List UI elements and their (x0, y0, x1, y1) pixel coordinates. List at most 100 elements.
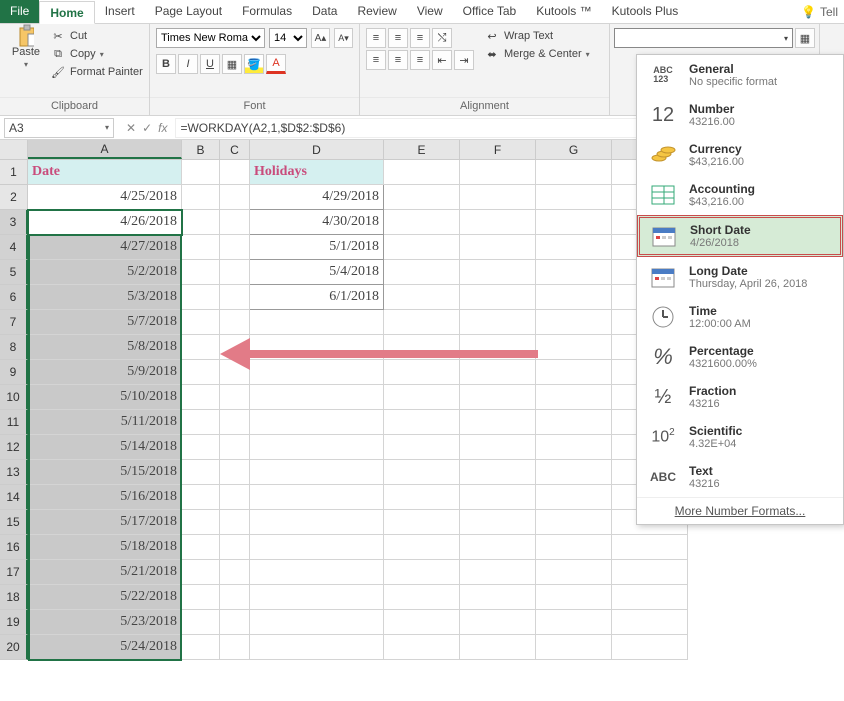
column-header-D[interactable]: D (250, 140, 384, 159)
cell[interactable] (384, 635, 460, 660)
fill-color-button[interactable]: 🪣 (244, 54, 264, 74)
cell[interactable] (220, 285, 250, 310)
cell[interactable] (220, 310, 250, 335)
cell[interactable] (182, 385, 220, 410)
cell[interactable] (536, 335, 612, 360)
cell[interactable] (536, 585, 612, 610)
format-option-currency[interactable]: Currency$43,216.00 (637, 135, 843, 175)
format-option-long-date[interactable]: Long DateThursday, April 26, 2018 (637, 257, 843, 297)
cell[interactable]: 5/22/2018 (28, 585, 182, 610)
cell[interactable] (220, 385, 250, 410)
row-header[interactable]: 16 (0, 535, 28, 560)
cell[interactable]: 5/18/2018 (28, 535, 182, 560)
cell[interactable] (182, 535, 220, 560)
cell[interactable]: 5/8/2018 (28, 335, 182, 360)
cell[interactable] (536, 460, 612, 485)
cell[interactable] (460, 210, 536, 235)
cell[interactable] (384, 210, 460, 235)
cell[interactable] (536, 235, 612, 260)
tab-kutools-plus[interactable]: Kutools Plus (602, 0, 689, 23)
cell[interactable] (536, 510, 612, 535)
cell[interactable] (220, 610, 250, 635)
cell[interactable]: 5/2/2018 (28, 260, 182, 285)
row-header[interactable]: 14 (0, 485, 28, 510)
cell[interactable] (384, 460, 460, 485)
fx-button[interactable]: fx (158, 121, 167, 135)
more-number-formats[interactable]: More Number Formats... (637, 497, 843, 524)
cell[interactable]: 5/17/2018 (28, 510, 182, 535)
row-header[interactable]: 1 (0, 160, 28, 185)
cell[interactable] (220, 510, 250, 535)
cell[interactable] (250, 635, 384, 660)
cell[interactable] (220, 535, 250, 560)
cell[interactable] (536, 285, 612, 310)
cell[interactable] (460, 410, 536, 435)
font-size-select[interactable]: 14 (269, 28, 307, 48)
cell[interactable] (182, 410, 220, 435)
tab-file[interactable]: File (0, 0, 39, 23)
cell[interactable] (220, 185, 250, 210)
format-painter-button[interactable]: 🖌Format Painter (50, 64, 143, 80)
cell[interactable] (384, 160, 460, 185)
cell[interactable] (250, 610, 384, 635)
number-format-combo[interactable]: ▾ (614, 28, 793, 48)
row-header[interactable]: 12 (0, 435, 28, 460)
tab-kutools-[interactable]: Kutools ™ (526, 0, 601, 23)
tab-home[interactable]: Home (39, 1, 94, 24)
cell[interactable]: 4/25/2018 (28, 185, 182, 210)
tell-me[interactable]: 💡 Tell (795, 0, 844, 23)
cell[interactable] (384, 385, 460, 410)
cell[interactable] (536, 160, 612, 185)
font-color-button[interactable]: A (266, 54, 286, 74)
cell[interactable]: 4/27/2018 (28, 235, 182, 260)
cell[interactable] (250, 410, 384, 435)
cell[interactable] (460, 485, 536, 510)
cell[interactable] (250, 535, 384, 560)
align-middle-button[interactable]: ≡ (388, 28, 408, 48)
cell[interactable] (220, 235, 250, 260)
cell[interactable] (384, 310, 460, 335)
align-center-button[interactable]: ≡ (388, 50, 408, 70)
cell[interactable] (536, 435, 612, 460)
indent-dec-button[interactable]: ⇤ (432, 50, 452, 70)
cell[interactable] (460, 235, 536, 260)
align-top-button[interactable]: ≡ (366, 28, 386, 48)
cell[interactable] (384, 285, 460, 310)
row-header[interactable]: 20 (0, 635, 28, 660)
cell[interactable]: 4/26/2018 (28, 210, 182, 235)
row-header[interactable]: 10 (0, 385, 28, 410)
column-header-E[interactable]: E (384, 140, 460, 159)
cell[interactable] (250, 310, 384, 335)
format-option-general[interactable]: ABC123GeneralNo specific format (637, 55, 843, 95)
cell[interactable]: 5/9/2018 (28, 360, 182, 385)
format-option-accounting[interactable]: Accounting$43,216.00 (637, 175, 843, 215)
cell[interactable] (460, 585, 536, 610)
cell[interactable] (460, 160, 536, 185)
format-option-number[interactable]: 12Number43216.00 (637, 95, 843, 135)
enter-button[interactable]: ✓ (142, 121, 152, 135)
cell[interactable] (460, 610, 536, 635)
cell[interactable] (182, 285, 220, 310)
format-option-scientific[interactable]: 102Scientific4.32E+04 (637, 417, 843, 457)
format-option-percentage[interactable]: %Percentage4321600.00% (637, 337, 843, 377)
cell[interactable] (220, 160, 250, 185)
cell[interactable] (612, 585, 688, 610)
cell[interactable] (384, 585, 460, 610)
cancel-button[interactable]: ✕ (126, 121, 136, 135)
cell[interactable] (182, 260, 220, 285)
cell[interactable] (250, 485, 384, 510)
row-header[interactable]: 8 (0, 335, 28, 360)
cell[interactable] (384, 510, 460, 535)
cell[interactable] (384, 435, 460, 460)
cell[interactable] (460, 635, 536, 660)
cell[interactable] (384, 185, 460, 210)
cell[interactable]: 5/16/2018 (28, 485, 182, 510)
cell[interactable] (182, 510, 220, 535)
align-right-button[interactable]: ≡ (410, 50, 430, 70)
row-header[interactable]: 15 (0, 510, 28, 535)
tab-view[interactable]: View (407, 0, 453, 23)
cell[interactable] (220, 435, 250, 460)
row-header[interactable]: 19 (0, 610, 28, 635)
cell[interactable] (536, 385, 612, 410)
row-header[interactable]: 9 (0, 360, 28, 385)
